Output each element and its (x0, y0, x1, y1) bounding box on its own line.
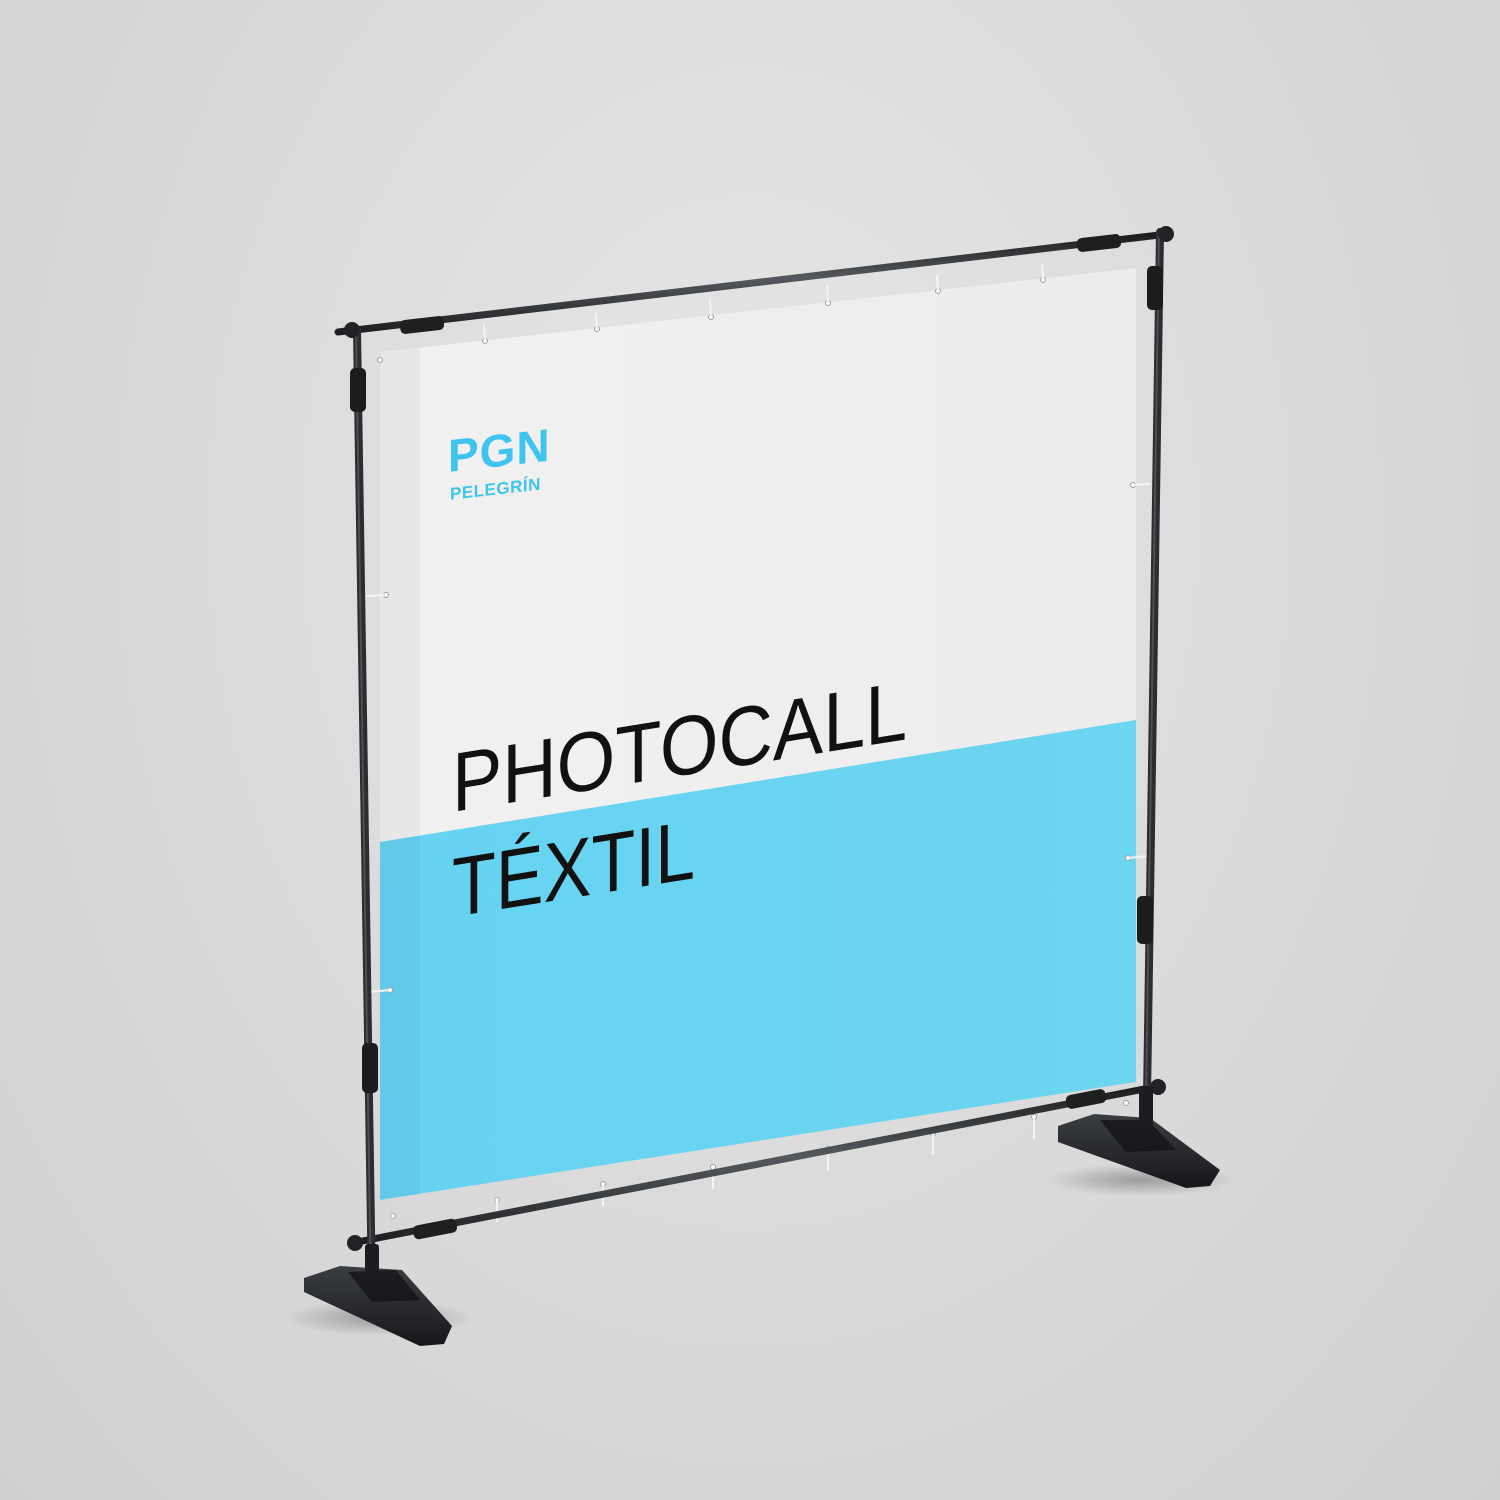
photocall-stand-scene: PGN PELEGRÍN PHOTOCALL TÉXTIL (285, 226, 1235, 1346)
brand-logo: PGN PELEGRÍN (448, 419, 551, 504)
banner-shading (380, 348, 420, 1200)
